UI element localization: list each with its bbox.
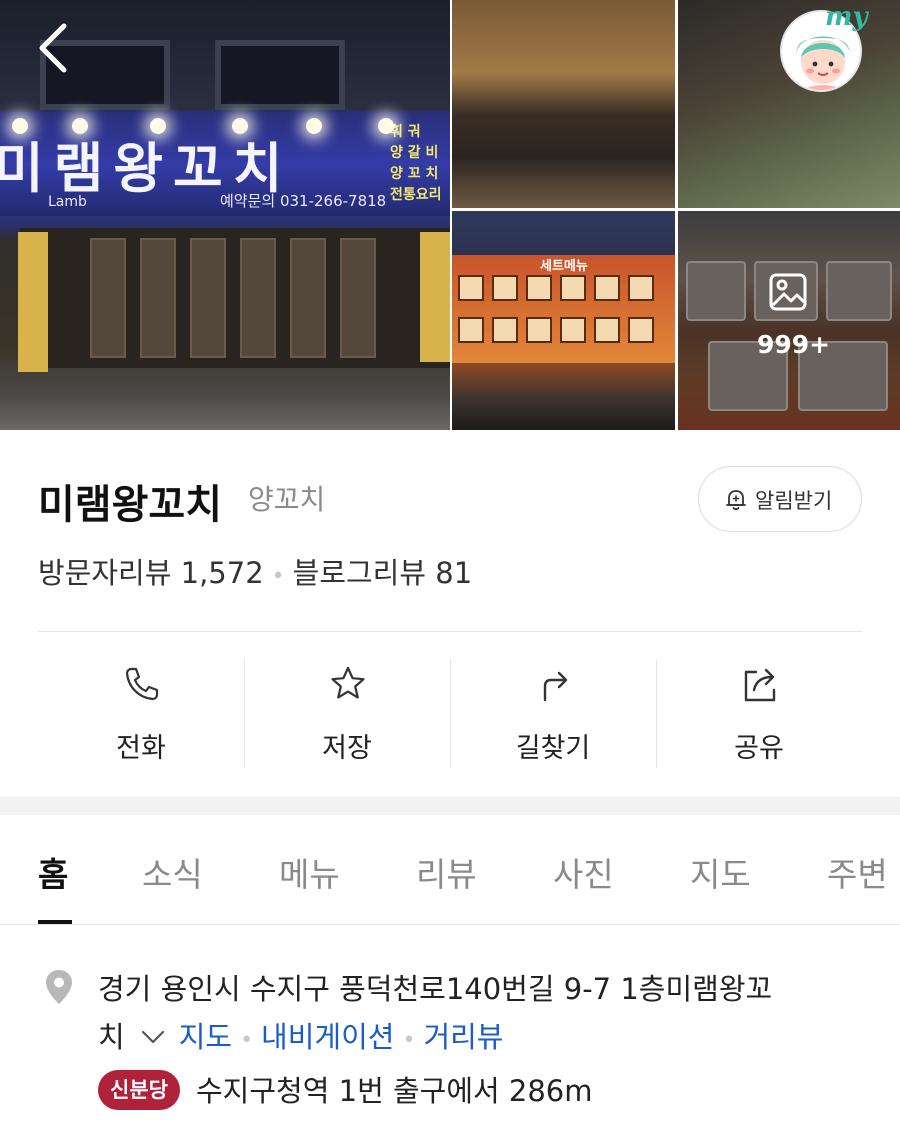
- sign-light: [72, 118, 88, 134]
- store-entrance: [20, 228, 450, 368]
- menu-lightbox: [420, 232, 450, 362]
- door-panel: [240, 238, 276, 358]
- menu-cell: [458, 317, 484, 343]
- divider: [0, 924, 900, 925]
- notify-label: 알림받기: [755, 489, 833, 513]
- menu-cell: [560, 317, 586, 343]
- tab-news[interactable]: 소식: [142, 848, 203, 896]
- save-label: 저장: [322, 733, 372, 764]
- door-panel: [90, 238, 126, 358]
- star-icon: [331, 666, 365, 699]
- place-name: 미램왕꼬치: [38, 482, 222, 528]
- sign-light: [378, 118, 394, 134]
- window: [215, 40, 345, 110]
- address-line-2: 치: [98, 1020, 125, 1054]
- phone-icon: [125, 667, 159, 701]
- door-panel: [190, 238, 226, 358]
- sign-line: 양 꼬 치: [390, 166, 439, 182]
- sign-line: 양 갈 비: [390, 145, 439, 161]
- share-button[interactable]: 공유: [656, 660, 862, 768]
- interior-photo[interactable]: [452, 0, 675, 208]
- visitor-review-label: 방문자리뷰: [38, 556, 172, 590]
- sign-line: 훠 궈: [390, 124, 421, 140]
- menu-cell: [492, 275, 518, 301]
- call-button[interactable]: 전화: [38, 660, 244, 768]
- menu-cell: [492, 317, 518, 343]
- menu-cell: [458, 275, 484, 301]
- blog-review-link[interactable]: 블로그리뷰 81: [293, 556, 473, 590]
- visitor-review-count: 1,572: [180, 556, 264, 590]
- sign-light: [150, 118, 166, 134]
- sign-line: 전통요리: [390, 187, 442, 203]
- door-panel: [140, 238, 176, 358]
- blog-review-label: 블로그리뷰: [292, 556, 427, 590]
- navigation-link[interactable]: 내비게이션: [261, 1020, 394, 1054]
- notify-button[interactable]: 알림받기: [698, 466, 862, 532]
- tab-nearby[interactable]: 주변: [827, 848, 888, 896]
- separator-dot: •: [271, 564, 285, 589]
- save-button[interactable]: 저장: [244, 660, 450, 768]
- photo-gallery-icon: [769, 273, 807, 311]
- tab-menu[interactable]: 메뉴: [279, 848, 340, 896]
- tab-photos[interactable]: 사진: [553, 848, 614, 896]
- street-view-link[interactable]: 거리뷰: [423, 1020, 503, 1054]
- visitor-review-link[interactable]: 방문자리뷰 1,572: [38, 556, 264, 590]
- store-sign-side-menu: 훠 궈 양 갈 비 양 꼬 치 전통요리: [390, 122, 442, 206]
- door-panel: [290, 238, 326, 358]
- sign-light: [232, 118, 248, 134]
- menu-cell: [526, 317, 552, 343]
- menu-cell: [628, 275, 654, 301]
- action-bar: 전화 저장 길찾기 공유: [38, 660, 862, 768]
- menu-cell: [594, 275, 620, 301]
- directions-label: 길찾기: [515, 733, 591, 764]
- more-photos-overlay[interactable]: [678, 211, 900, 430]
- chevron-left-icon[interactable]: [30, 20, 82, 76]
- location-pin-icon: [46, 970, 72, 1004]
- station-directions: 수지구청역 1번 출구에서 286m: [196, 1074, 593, 1108]
- store-sign-phone: 예약문의 031-266-7818: [220, 192, 387, 210]
- divider: [38, 631, 862, 632]
- address-line-2-row: 치 지도 • 내비게이션 • 거리뷰: [98, 1014, 503, 1056]
- sign-light: [306, 118, 322, 134]
- blog-review-count: 81: [435, 556, 473, 590]
- address-line-1: 경기 용인시 수지구 풍덕천로140번길 9-7 1층미램왕꼬: [98, 972, 773, 1006]
- menu-lightbox: [18, 232, 48, 372]
- share-icon: [744, 668, 776, 702]
- section-separator: [0, 797, 900, 815]
- map-link[interactable]: 지도: [179, 1020, 232, 1054]
- photo-gallery: 미램왕꼬치 Lamb 예약문의 031-266-7818 훠 궈 양 갈 비 양…: [0, 0, 900, 430]
- directions-button[interactable]: 길찾기: [450, 660, 656, 768]
- menu-board-title: 세트메뉴: [540, 259, 588, 274]
- store-sign-english: Lamb: [48, 194, 87, 210]
- my-badge: my: [825, 2, 868, 32]
- tab-reviews[interactable]: 리뷰: [416, 848, 477, 896]
- separator-dot: •: [402, 1028, 416, 1053]
- more-photos-count: 999+: [757, 330, 831, 359]
- tab-home[interactable]: 홈: [38, 848, 68, 896]
- menu-cell: [560, 275, 586, 301]
- menu-board: 세트메뉴: [452, 255, 675, 363]
- door-panel: [340, 238, 376, 358]
- separator-dot: •: [240, 1028, 254, 1053]
- share-label: 공유: [734, 733, 784, 764]
- menu-cell: [594, 317, 620, 343]
- chevron-down-icon[interactable]: [141, 1030, 165, 1044]
- bell-plus-icon: [726, 490, 746, 511]
- review-summary: 방문자리뷰 1,572 • 블로그리뷰 81: [38, 550, 472, 592]
- directions-icon: [543, 671, 568, 702]
- menu-cell: [526, 275, 552, 301]
- call-label: 전화: [116, 733, 166, 764]
- sign-light: [12, 118, 28, 134]
- tab-map[interactable]: 지도: [690, 848, 751, 896]
- menu-cell: [628, 317, 654, 343]
- place-category: 양꼬치: [248, 483, 326, 516]
- subway-line-badge: 신분당: [98, 1070, 180, 1110]
